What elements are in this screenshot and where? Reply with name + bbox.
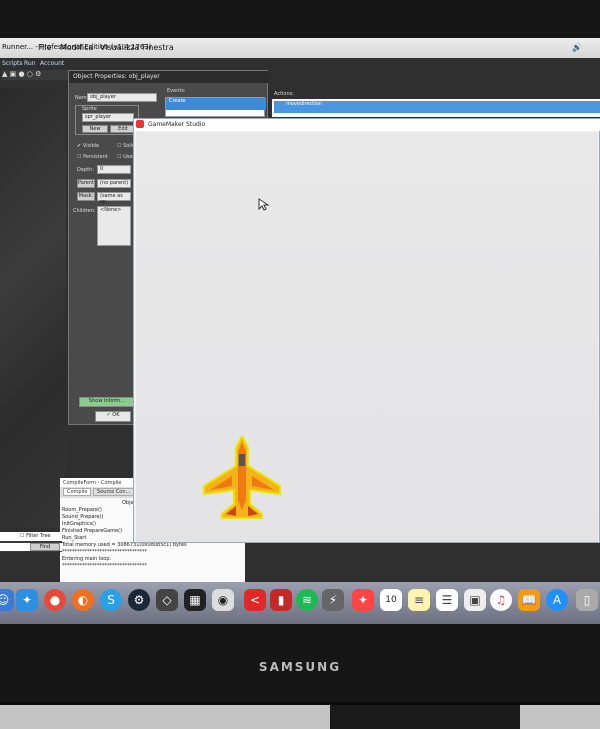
mac-dock: ☺ ✦ ● ◐ S ⚙ ◇ ▦ ◉ < ▮ ≋ ⚡ ✦ 10 ≡ ☰ ▣ ♫ 📖…: [0, 582, 600, 624]
itunes-icon[interactable]: ♫: [490, 589, 512, 611]
volume-icon[interactable]: 🔊: [572, 43, 582, 52]
children-list[interactable]: <None>: [97, 206, 131, 246]
events-header: Events:: [167, 88, 186, 94]
create-event-item[interactable]: Create: [166, 98, 266, 110]
depth-field[interactable]: 0: [97, 165, 131, 174]
mask-field[interactable]: (same as sp...: [97, 192, 131, 205]
visible-checkbox[interactable]: ✔ Visible: [77, 143, 99, 149]
chrome-icon[interactable]: ●: [44, 589, 66, 611]
gamemaker-runner-icon[interactable]: <: [244, 589, 266, 611]
game-window-icon: [136, 120, 144, 128]
name-field[interactable]: obj_player: [87, 93, 157, 102]
output-line: Total memory used = 3086731(0x0d0b5c1) b…: [62, 542, 187, 548]
output-line: **********************************: [62, 549, 147, 555]
monitor-bezel: Runner... - Professional Edition (v1.4.1…: [0, 0, 600, 705]
events-list[interactable]: Create: [165, 97, 266, 117]
create-event-label: Create: [169, 98, 186, 104]
tab-compile[interactable]: Compile: [63, 488, 92, 496]
filter-tree-checkbox[interactable]: ☐ Filter Tree: [20, 533, 50, 539]
actions-header: Actions:: [274, 91, 294, 97]
menu-visualizza[interactable]: Visualizza: [100, 43, 139, 52]
mask-button[interactable]: Mask:: [77, 192, 95, 201]
game-window-titlebar: GameMaker Studio: [134, 119, 600, 131]
output-line: **********************************: [62, 563, 147, 569]
resource-tree-panel[interactable]: [0, 88, 66, 528]
visible-label: Visible: [82, 143, 100, 149]
monitor-stand: [330, 705, 520, 729]
show-information-button[interactable]: Show Inform...: [79, 397, 135, 407]
game-center-icon[interactable]: ✦: [352, 589, 374, 611]
final-cut-icon[interactable]: ▦: [184, 589, 206, 611]
gamemaker-icon[interactable]: ◉: [212, 589, 234, 611]
action-item-label: movedirection: [286, 101, 322, 107]
monitor-brand-logo: SAMSUNG: [258, 660, 342, 674]
new-button[interactable]: New: [82, 125, 108, 133]
find-button[interactable]: Find: [30, 543, 60, 551]
firefox-icon[interactable]: ◐: [72, 589, 94, 611]
steam-icon[interactable]: ⚙: [128, 589, 150, 611]
persistent-checkbox[interactable]: ☐ Persistent: [77, 154, 108, 160]
preview-icon[interactable]: ▣: [464, 589, 486, 611]
children-label: Children:: [73, 208, 96, 214]
finder-icon[interactable]: ☺: [0, 589, 14, 611]
player-jet-sprite: [203, 436, 281, 519]
sprite-label: Sprite: [82, 106, 97, 112]
app-store-icon[interactable]: A: [546, 589, 568, 611]
menu-finestra[interactable]: Finestra: [142, 43, 174, 52]
ibooks-icon[interactable]: 📖: [518, 589, 540, 611]
ok-button[interactable]: ✔ OK: [95, 411, 131, 422]
reminders-icon[interactable]: ☰: [436, 589, 458, 611]
checkmark-icon: ✔: [106, 412, 111, 418]
sprite-group: Sprite spr_player New Edit: [75, 105, 139, 135]
action-item-movedirection[interactable]: movedirection: [274, 101, 600, 113]
ok-label: OK: [112, 412, 120, 418]
compile-tabs: Compile Source Con...: [63, 488, 135, 496]
trash-icon[interactable]: ▯: [576, 589, 598, 611]
object-properties-titlebar: Object Properties: obj_player: [69, 71, 269, 83]
parent-button[interactable]: Parent: [77, 179, 95, 188]
ide-toolbar: ▲ ▣ ● ○ ⚙: [2, 70, 68, 80]
filter-tree-label: Filter Tree: [26, 533, 51, 539]
persistent-label: Persistent: [83, 154, 108, 160]
game-window-title: GameMaker Studio: [148, 121, 206, 128]
filezilla-icon[interactable]: ▮: [270, 589, 292, 611]
skype-icon[interactable]: S: [100, 589, 122, 611]
actions-list[interactable]: movedirection: [272, 99, 600, 117]
depth-label: Depth:: [77, 167, 94, 173]
filter-bar: ☐ Filter Tree Find: [0, 532, 62, 552]
game-canvas[interactable]: [136, 132, 598, 542]
menu-modifica[interactable]: Modifica: [60, 43, 93, 52]
gamemaker-runner-window: GameMaker Studio: [133, 118, 600, 543]
screen: Runner... - Professional Edition (v1.4.1…: [0, 38, 600, 624]
parent-field[interactable]: (no parent): [97, 179, 131, 188]
lightning-icon[interactable]: ⚡: [322, 589, 344, 611]
notes-icon[interactable]: ≡: [408, 589, 430, 611]
sprite-field[interactable]: spr_player: [82, 113, 134, 122]
ide-menu-account[interactable]: Account: [40, 60, 64, 67]
mouse-cursor-icon: [258, 198, 270, 211]
tab-source-control[interactable]: Source Con...: [93, 488, 135, 496]
menu-file[interactable]: File: [38, 43, 51, 52]
spotify-icon[interactable]: ≋: [296, 589, 318, 611]
output-line: Entering main loop.: [62, 556, 112, 562]
ide-menu-run[interactable]: Run: [24, 60, 36, 67]
ide-menu-scripts[interactable]: Scripts: [2, 60, 23, 67]
safari-icon[interactable]: ✦: [16, 589, 38, 611]
object-properties-title: Object Properties: obj_player: [73, 73, 160, 80]
mac-menubar: Runner... - Professional Edition (v1.4.1…: [0, 38, 600, 58]
unity-icon[interactable]: ◇: [156, 589, 178, 611]
calendar-icon[interactable]: 10: [380, 589, 402, 611]
